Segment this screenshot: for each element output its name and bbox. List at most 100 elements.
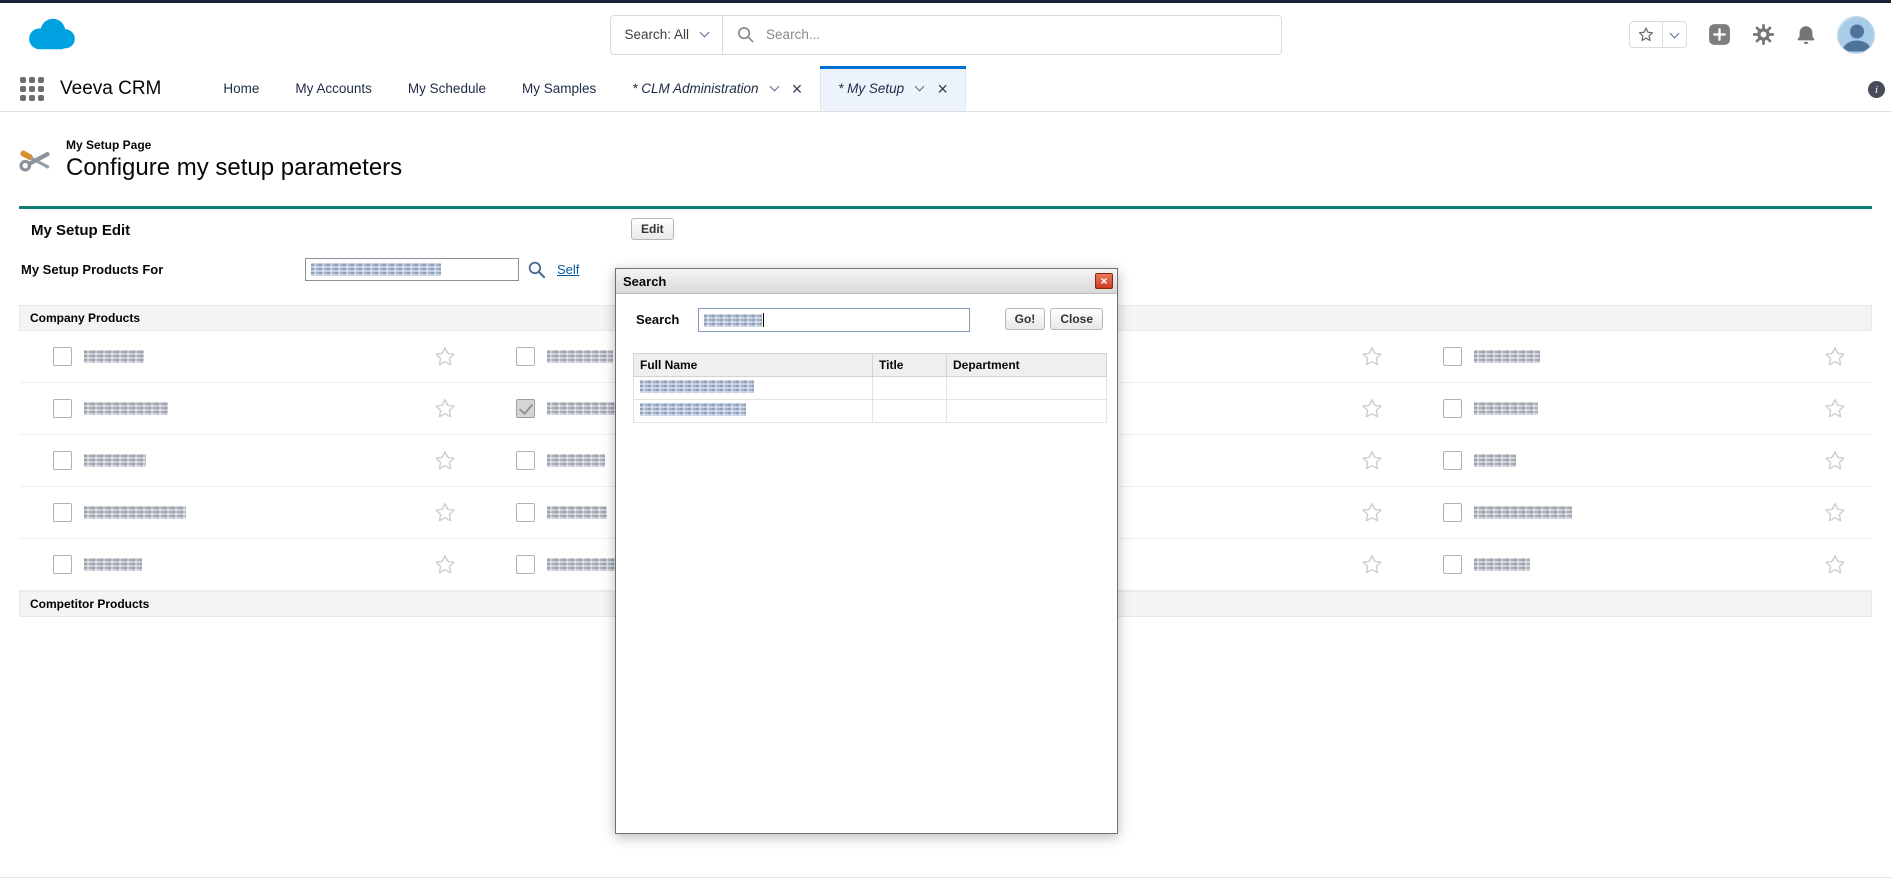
favorite-star-icon[interactable] [1824, 450, 1846, 471]
add-plus-icon[interactable] [1707, 22, 1732, 47]
nav-tab-label: * CLM Administration [632, 81, 758, 96]
panel-title: My Setup Edit [31, 222, 130, 239]
search-box [723, 26, 1280, 43]
favorite-star-icon[interactable] [1824, 502, 1846, 523]
page-eyebrow: My Setup Page [66, 138, 402, 152]
favorites-star-icon[interactable] [1630, 22, 1663, 47]
product-name-redacted [547, 506, 607, 519]
text-cursor [763, 313, 764, 327]
search-scope-selector[interactable]: Search: All [611, 16, 724, 54]
setup-tools-icon [18, 144, 54, 176]
panel-header: My Setup Edit Edit [19, 209, 1872, 251]
notifications-bell-icon[interactable] [1795, 23, 1817, 47]
product-checkbox[interactable] [53, 399, 72, 418]
edit-button[interactable]: Edit [631, 218, 674, 240]
nav-tabs: HomeMy AccountsMy ScheduleMy Samples* CL… [205, 66, 965, 111]
user-avatar[interactable] [1837, 16, 1875, 54]
setup-gear-icon[interactable] [1752, 23, 1775, 46]
product-checkbox[interactable] [1443, 503, 1462, 522]
column-department[interactable]: Department [947, 354, 1107, 377]
product-cell [19, 331, 482, 382]
chevron-down-icon[interactable] [769, 82, 779, 92]
favorite-star-icon[interactable] [1361, 450, 1383, 471]
results-table: Full Name Title Department [633, 353, 1107, 423]
nav-tab-label: Home [223, 81, 259, 96]
product-checkbox[interactable] [53, 555, 72, 574]
result-row[interactable] [634, 400, 1107, 423]
favorite-star-icon[interactable] [1361, 502, 1383, 523]
column-title[interactable]: Title [873, 354, 947, 377]
favorite-star-icon[interactable] [1361, 398, 1383, 419]
close-icon[interactable]: × [937, 80, 948, 98]
product-name-redacted [547, 402, 621, 415]
close-icon[interactable]: × [792, 80, 803, 98]
product-checkbox[interactable] [516, 555, 535, 574]
nav-tab-my-setup[interactable]: * My Setup× [820, 66, 966, 111]
products-for-input[interactable] [305, 258, 519, 281]
search-icon [737, 26, 754, 43]
favorite-star-icon[interactable] [1824, 398, 1846, 419]
product-name-redacted [1474, 506, 1572, 519]
favorite-star-icon[interactable] [1824, 346, 1846, 367]
column-full-name[interactable]: Full Name [634, 354, 873, 377]
favorite-star-icon[interactable] [434, 398, 456, 419]
product-checkbox[interactable] [516, 503, 535, 522]
favorite-star-icon[interactable] [434, 554, 456, 575]
product-checkbox[interactable] [1443, 555, 1462, 574]
product-cell [1409, 487, 1872, 538]
product-checkbox[interactable] [1443, 347, 1462, 366]
modal-results-body [634, 377, 1107, 423]
product-checkbox[interactable] [53, 503, 72, 522]
product-name-redacted [84, 402, 168, 415]
nav-tab-my-accounts[interactable]: My Accounts [277, 66, 390, 111]
result-row[interactable] [634, 377, 1107, 400]
product-name-redacted [547, 558, 621, 571]
favorite-star-icon[interactable] [1361, 346, 1383, 367]
modal-search-row: Search Go! Close [616, 305, 1117, 337]
page-header-text: My Setup Page Configure my setup paramet… [66, 138, 402, 182]
product-checkbox[interactable] [516, 347, 535, 366]
app-launcher-icon[interactable] [20, 77, 44, 101]
lookup-magnifier-icon[interactable] [527, 260, 546, 279]
modal-title: Search [623, 274, 666, 289]
nav-tab-label: My Accounts [295, 81, 372, 96]
products-for-label: My Setup Products For [21, 262, 163, 277]
modal-title-bar[interactable]: Search × [616, 269, 1117, 294]
favorite-star-icon[interactable] [434, 502, 456, 523]
info-icon[interactable]: i [1868, 81, 1885, 98]
utility-bar: Search: All [0, 3, 1891, 66]
modal-close-icon[interactable]: × [1095, 273, 1113, 289]
product-checkbox[interactable] [516, 399, 535, 418]
product-checkbox[interactable] [53, 347, 72, 366]
global-search-input[interactable] [766, 27, 1266, 42]
favorite-star-icon[interactable] [1361, 554, 1383, 575]
chevron-down-icon[interactable] [915, 82, 925, 92]
self-link[interactable]: Self [557, 262, 579, 277]
go-button[interactable]: Go! [1005, 308, 1046, 330]
result-name-redacted [640, 403, 746, 416]
product-name-redacted [1474, 350, 1540, 363]
nav-tab-home[interactable]: Home [205, 66, 277, 111]
favorite-star-icon[interactable] [1824, 554, 1846, 575]
favorites-menu-button[interactable] [1663, 22, 1686, 47]
nav-tab-my-schedule[interactable]: My Schedule [390, 66, 504, 111]
product-name-redacted [84, 454, 146, 467]
close-button[interactable]: Close [1050, 308, 1103, 330]
result-full-name-cell [634, 377, 873, 400]
favorite-star-icon[interactable] [434, 346, 456, 367]
search-scope-label: Search: All [625, 27, 690, 42]
product-cell [19, 487, 482, 538]
favorites-control [1629, 21, 1687, 48]
nav-tab-my-samples[interactable]: My Samples [504, 66, 614, 111]
product-checkbox[interactable] [1443, 451, 1462, 470]
modal-search-input[interactable] [698, 308, 970, 332]
result-title-cell [873, 400, 947, 423]
product-checkbox[interactable] [516, 451, 535, 470]
product-name-redacted [1474, 454, 1516, 467]
product-checkbox[interactable] [1443, 399, 1462, 418]
page-title: Configure my setup parameters [66, 154, 402, 182]
nav-tab-clm-administration[interactable]: * CLM Administration × [614, 66, 820, 111]
product-checkbox[interactable] [53, 451, 72, 470]
favorite-star-icon[interactable] [434, 450, 456, 471]
product-cell [1409, 331, 1872, 382]
